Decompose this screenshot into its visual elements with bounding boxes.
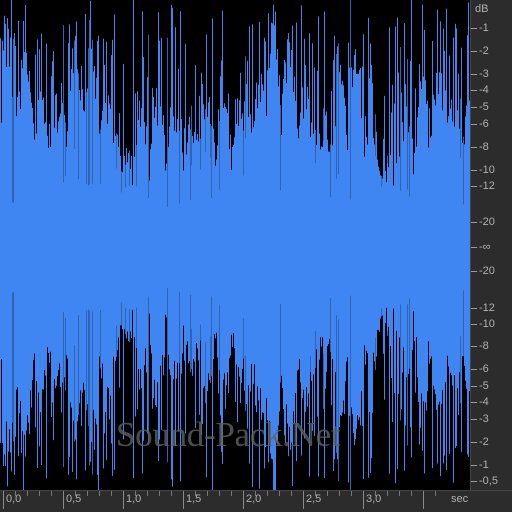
time-label: 1,0 [126, 493, 142, 505]
db-label: -20 [479, 265, 495, 277]
time-tick [363, 491, 364, 509]
audio-waveform[interactable] [0, 0, 470, 490]
db-tick [471, 170, 477, 171]
audio-editor: dB -1 -2 -3 -4 -5 -6 -8 -10 -12 -20 -∞ -… [0, 0, 512, 512]
time-minor-tick [75, 491, 76, 496]
db-tick [471, 222, 477, 223]
time-minor-tick [375, 491, 376, 496]
time-tick [183, 491, 184, 509]
db-tick [471, 481, 477, 482]
time-minor-tick [291, 491, 292, 496]
time-minor-tick [171, 491, 172, 496]
db-label: -1 [479, 22, 489, 34]
db-label: -20 [479, 216, 495, 228]
time-minor-tick [27, 491, 28, 496]
db-label: -3 [479, 413, 489, 425]
time-minor-tick [207, 491, 208, 496]
db-label: -8 [479, 141, 489, 153]
time-tick [303, 491, 304, 509]
db-tick [471, 186, 477, 187]
db-tick [471, 402, 477, 403]
time-minor-tick [195, 491, 196, 496]
db-unit-label: dB [475, 3, 489, 15]
db-label: -1 [479, 459, 489, 471]
time-minor-tick [267, 491, 268, 496]
db-label: -2 [479, 436, 489, 448]
time-tick [123, 491, 124, 509]
db-tick [471, 124, 477, 125]
db-label: -6 [479, 118, 489, 130]
db-tick [471, 51, 477, 52]
time-label: 1,5 [186, 493, 202, 505]
db-tick [471, 324, 477, 325]
db-label: -5 [479, 380, 489, 392]
time-minor-tick [15, 491, 16, 496]
time-label: 3,0 [366, 493, 382, 505]
db-tick [471, 28, 477, 29]
db-label: -10 [479, 164, 495, 176]
db-center-label: -∞ [479, 241, 491, 253]
db-tick [471, 90, 477, 91]
time-minor-tick [87, 491, 88, 496]
db-label: -10 [479, 318, 495, 330]
db-tick [471, 308, 477, 309]
time-minor-tick [231, 491, 232, 496]
db-label: -2 [479, 45, 489, 57]
db-tick [471, 147, 477, 148]
db-label: -0,5 [479, 475, 498, 487]
db-tick [471, 369, 477, 370]
db-label: -6 [479, 363, 489, 375]
time-minor-tick [39, 491, 40, 496]
db-tick [471, 247, 477, 248]
time-minor-tick [399, 491, 400, 496]
db-tick [471, 419, 477, 420]
db-tick [471, 271, 477, 272]
time-minor-tick [411, 491, 412, 496]
time-label: 0,5 [66, 493, 82, 505]
time-label: 2,0 [246, 493, 262, 505]
time-tick [243, 491, 244, 509]
db-label: -4 [479, 396, 489, 408]
db-label: -5 [479, 101, 489, 113]
db-label: -12 [479, 180, 495, 192]
time-minor-tick [279, 491, 280, 496]
db-label: -3 [479, 68, 489, 80]
db-label: -4 [479, 84, 489, 96]
time-minor-tick [339, 491, 340, 496]
time-minor-tick [51, 491, 52, 496]
time-tick [3, 491, 4, 509]
time-tick [63, 491, 64, 509]
time-label: 2,5 [306, 493, 322, 505]
time-label: 0,0 [6, 493, 22, 505]
db-tick [471, 386, 477, 387]
time-minor-tick [435, 491, 436, 496]
time-minor-tick [219, 491, 220, 496]
time-minor-tick [135, 491, 136, 496]
db-scale: dB -1 -2 -3 -4 -5 -6 -8 -10 -12 -20 -∞ -… [470, 0, 512, 490]
time-minor-tick [159, 491, 160, 496]
db-tick [471, 346, 477, 347]
db-tick [471, 442, 477, 443]
db-label: -12 [479, 302, 495, 314]
time-minor-tick [387, 491, 388, 496]
time-minor-tick [327, 491, 328, 496]
time-minor-tick [147, 491, 148, 496]
db-label: -8 [479, 340, 489, 352]
time-tick [423, 491, 424, 509]
db-tick [471, 107, 477, 108]
time-minor-tick [255, 491, 256, 496]
waveform-view[interactable] [0, 0, 470, 490]
db-tick [471, 465, 477, 466]
time-unit-label: sec [451, 493, 469, 505]
time-minor-tick [315, 491, 316, 496]
time-minor-tick [111, 491, 112, 496]
db-tick [471, 74, 477, 75]
time-minor-tick [351, 491, 352, 496]
time-scale: 0,0 0,5 1,0 1,5 2,0 2,5 3,0 sec [0, 490, 512, 512]
time-minor-tick [99, 491, 100, 496]
